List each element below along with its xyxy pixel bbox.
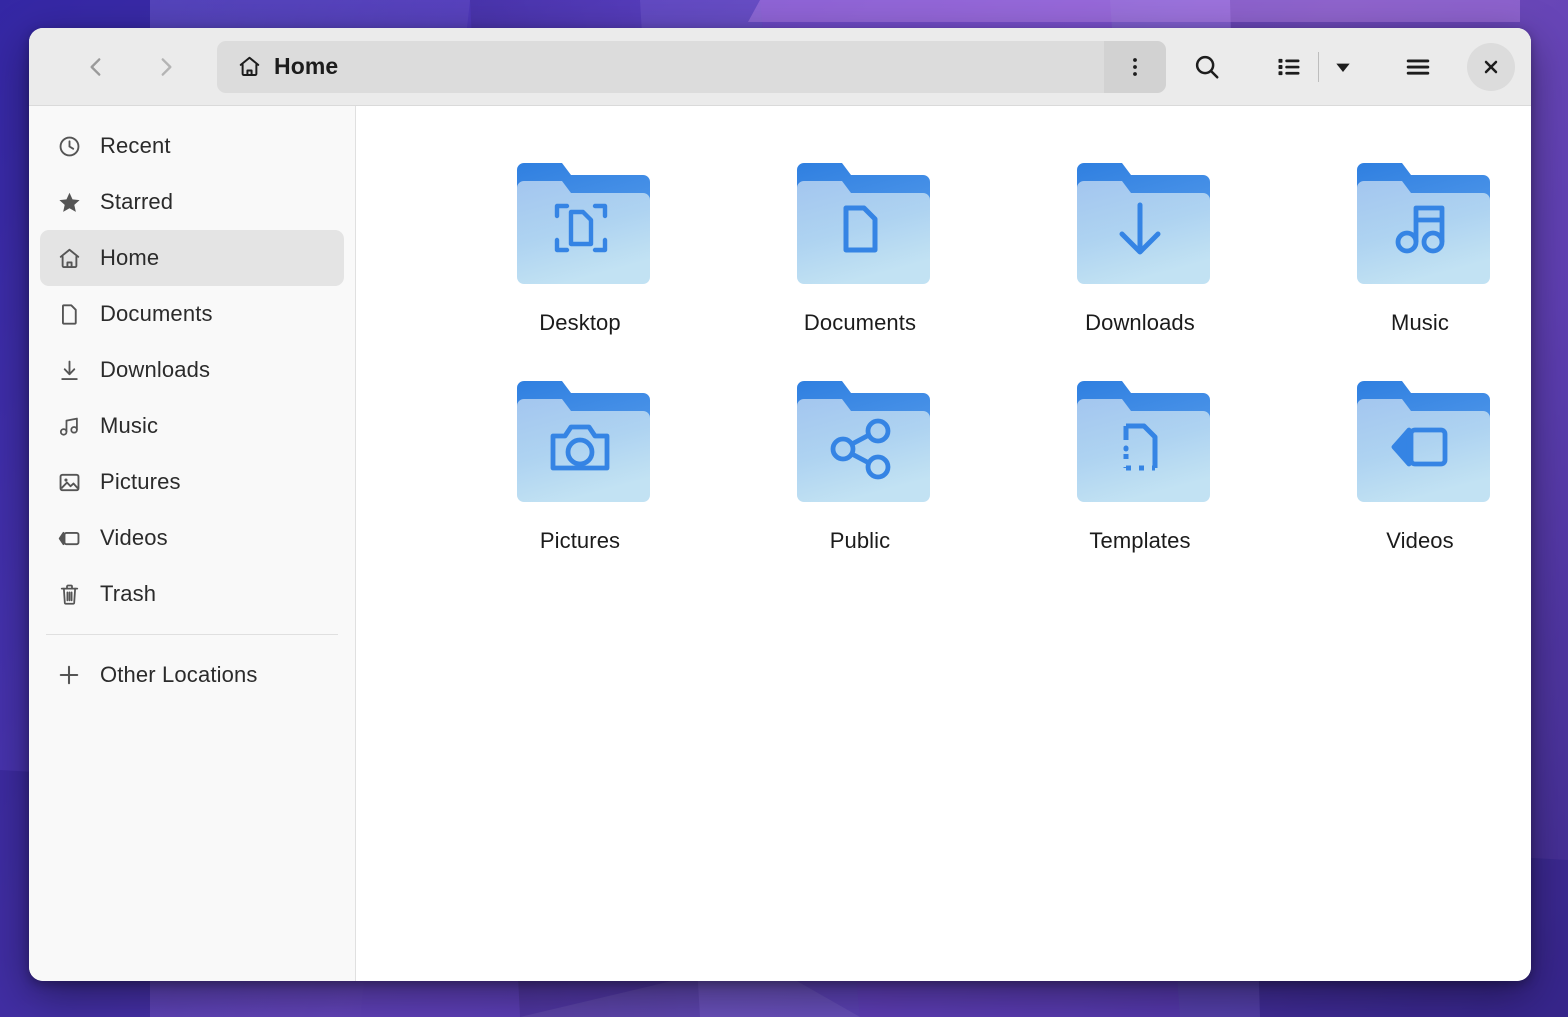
back-button[interactable] — [73, 44, 119, 90]
sidebar: Recent Starred — [29, 106, 356, 981]
sidebar-item-pictures[interactable]: Pictures — [40, 454, 344, 510]
sidebar-item-label: Downloads — [100, 357, 210, 383]
file-manager-window: Home — [29, 28, 1531, 981]
file-item-videos[interactable]: Videos — [1280, 364, 1531, 582]
sidebar-item-home[interactable]: Home — [40, 230, 344, 286]
file-label: Pictures — [540, 528, 620, 554]
view-more-vertical-icon — [1123, 55, 1147, 79]
file-item-desktop[interactable]: Desktop — [440, 146, 720, 364]
view-list-button[interactable] — [1262, 40, 1316, 94]
file-item-documents[interactable]: Documents — [720, 146, 1000, 364]
sidebar-item-label: Music — [100, 413, 158, 439]
sidebar-separator — [46, 634, 338, 635]
file-label: Desktop — [539, 310, 620, 336]
download-icon — [56, 357, 82, 383]
sidebar-item-label: Starred — [100, 189, 173, 215]
home-icon — [56, 245, 82, 271]
sidebar-item-label: Recent — [100, 133, 171, 159]
file-item-downloads[interactable]: Downloads — [1000, 146, 1280, 364]
window-body: Recent Starred — [29, 106, 1531, 981]
file-label: Public — [830, 528, 891, 554]
sidebar-item-videos[interactable]: Videos — [40, 510, 344, 566]
folder-icon-templates — [1069, 368, 1211, 516]
desktop-background: Home — [0, 0, 1568, 1017]
clock-icon — [56, 133, 82, 159]
sidebar-item-music[interactable]: Music — [40, 398, 344, 454]
path-label: Home — [274, 53, 338, 80]
sidebar-item-trash[interactable]: Trash — [40, 566, 344, 622]
chevron-left-icon — [83, 54, 109, 80]
star-icon — [56, 189, 82, 215]
view-list-icon — [1275, 53, 1303, 81]
sidebar-item-label: Videos — [100, 525, 168, 551]
folder-icon-documents — [789, 150, 931, 298]
sidebar-item-downloads[interactable]: Downloads — [40, 342, 344, 398]
folder-icon-desktop — [509, 150, 651, 298]
chevron-down-icon — [1333, 57, 1353, 77]
forward-button[interactable] — [143, 44, 189, 90]
hamburger-menu-icon — [1403, 52, 1433, 82]
file-label: Downloads — [1085, 310, 1195, 336]
header-bar: Home — [29, 28, 1531, 106]
window-close-icon — [1481, 57, 1501, 77]
toolbar-separator — [1318, 52, 1319, 82]
icon-grid: Desktop Documents — [356, 146, 1531, 582]
sidebar-item-starred[interactable]: Starred — [40, 174, 344, 230]
folder-icon-videos — [1349, 368, 1491, 516]
trash-icon — [56, 581, 82, 607]
main-menu-button[interactable] — [1391, 40, 1445, 94]
file-label: Music — [1391, 310, 1449, 336]
file-label: Templates — [1089, 528, 1190, 554]
sidebar-item-label: Home — [100, 245, 159, 271]
sidebar-item-documents[interactable]: Documents — [40, 286, 344, 342]
folder-icon-downloads — [1069, 150, 1211, 298]
file-item-pictures[interactable]: Pictures — [440, 364, 720, 582]
search-icon — [1192, 52, 1222, 82]
sidebar-item-recent[interactable]: Recent — [40, 118, 344, 174]
view-options-dropdown[interactable] — [1321, 40, 1365, 94]
sidebar-item-label: Documents — [100, 301, 213, 327]
home-icon — [237, 54, 262, 79]
sidebar-item-label: Pictures — [100, 469, 181, 495]
music-icon — [56, 413, 82, 439]
breadcrumb-home[interactable]: Home — [217, 41, 1104, 93]
file-label: Documents — [804, 310, 916, 336]
image-icon — [56, 469, 82, 495]
sidebar-item-label: Other Locations — [100, 662, 258, 688]
sidebar-item-other-locations[interactable]: Other Locations — [40, 647, 344, 703]
view-mode-group — [1262, 40, 1365, 94]
file-item-templates[interactable]: Templates — [1000, 364, 1280, 582]
document-icon — [56, 301, 82, 327]
file-label: Videos — [1386, 528, 1453, 554]
chevron-right-icon — [153, 54, 179, 80]
folder-icon-music — [1349, 150, 1491, 298]
close-window-button[interactable] — [1467, 43, 1515, 91]
folder-icon-public — [789, 368, 931, 516]
plus-icon — [56, 662, 82, 688]
path-bar: Home — [217, 41, 1166, 93]
pathbar-menu-button[interactable] — [1104, 41, 1166, 93]
video-icon — [56, 525, 82, 551]
file-item-public[interactable]: Public — [720, 364, 1000, 582]
file-view[interactable]: Desktop Documents — [356, 106, 1531, 981]
search-button[interactable] — [1180, 40, 1234, 94]
file-item-music[interactable]: Music — [1280, 146, 1531, 364]
sidebar-item-label: Trash — [100, 581, 156, 607]
folder-icon-pictures — [509, 368, 651, 516]
